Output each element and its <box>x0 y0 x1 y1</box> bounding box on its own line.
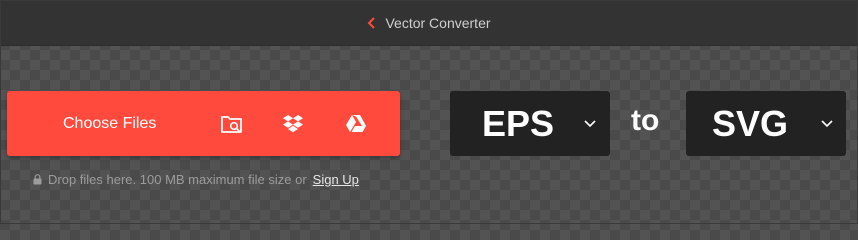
hint-text: Drop files here. 100 MB maximum file siz… <box>48 172 307 187</box>
google-drive-icon[interactable] <box>344 113 368 135</box>
choose-files-button[interactable]: Choose Files <box>7 91 400 156</box>
signup-link[interactable]: Sign Up <box>313 172 359 187</box>
dropbox-icon[interactable] <box>281 113 305 135</box>
chevron-down-icon <box>584 120 596 128</box>
choose-files-label: Choose Files <box>63 114 157 132</box>
upload-hint: Drop files here. 100 MB maximum file siz… <box>33 172 359 187</box>
top-bar: Vector Converter <box>1 1 857 46</box>
chevron-down-icon <box>821 120 833 128</box>
chevron-left-icon <box>368 17 376 29</box>
to-connector: to <box>631 104 660 137</box>
to-format-value: SVG <box>712 102 789 144</box>
lock-icon <box>33 174 42 185</box>
breadcrumb-label: Vector Converter <box>385 15 491 31</box>
from-format-value: EPS <box>482 102 555 144</box>
breadcrumb-back[interactable]: Vector Converter <box>367 15 491 31</box>
from-format-select[interactable]: EPS <box>450 91 610 156</box>
to-format-select[interactable]: SVG <box>686 91 846 156</box>
folder-search-icon[interactable] <box>220 113 244 135</box>
